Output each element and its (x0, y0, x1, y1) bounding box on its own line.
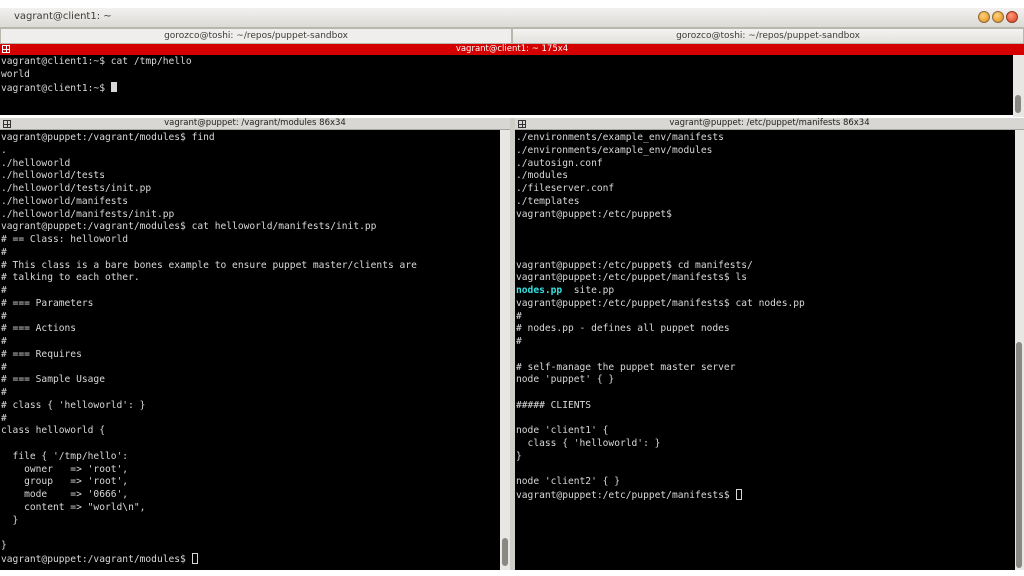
left-line: . (1, 144, 7, 156)
left-scrollbar[interactable] (500, 130, 510, 570)
left-prompt: vagrant@puppet:/vagrant/modules$ (1, 553, 192, 565)
top-scrollbar[interactable] (1013, 55, 1024, 117)
right-prompt: vagrant@puppet:/etc/puppet/manifests$ (516, 490, 736, 501)
close-button[interactable] (1006, 11, 1018, 23)
right-pane-header[interactable]: vagrant@puppet: /etc/puppet/manifests 86… (515, 118, 1024, 130)
left-line: file { '/tmp/hello': (1, 450, 129, 462)
left-line: # (1, 285, 7, 296)
left-line: # === Parameters (1, 297, 94, 309)
left-line: owner => 'root', (1, 463, 129, 475)
maximize-button[interactable] (992, 11, 1004, 23)
cursor-icon (191, 552, 198, 564)
left-line: ./helloworld (1, 157, 71, 169)
right-line: # self-manage the puppet master server (516, 361, 736, 373)
minimize-button[interactable] (978, 11, 990, 23)
top-line: vagrant@client1:~$ cat /tmp/hello (1, 56, 192, 67)
cursor-icon (735, 489, 742, 500)
right-line: # (516, 336, 522, 347)
right-line: # nodes.pp - defines all puppet nodes (516, 323, 730, 335)
right-line: vagrant@puppet:/etc/puppet/manifests$ ca… (516, 297, 805, 309)
left-line: # (1, 412, 7, 424)
top-terminal[interactable]: vagrant@client1:~$ cat /tmp/hello world … (0, 55, 1013, 115)
left-line: # class { 'helloworld': } (1, 399, 146, 411)
left-line: ./helloworld/tests/init.pp (1, 183, 152, 194)
right-line: ./environments/example_env/modules (516, 144, 713, 156)
right-terminal-output: ./environments/example_env/manifests ./e… (515, 130, 1015, 503)
left-line: # == Class: helloworld (1, 234, 129, 245)
right-line: node 'puppet' { } (516, 374, 615, 386)
left-line: content => "world\n", (1, 501, 146, 513)
tab-bar: gorozco@toshi: ~/repos/puppet-sandbox go… (0, 28, 1024, 44)
top-prompt: vagrant@client1:~$ (1, 82, 111, 94)
right-line: ##### CLIENTS (516, 399, 592, 411)
right-line: node 'client2' { } (516, 476, 620, 488)
left-pane-header[interactable]: vagrant@puppet: /vagrant/modules 86x34 (0, 118, 510, 130)
left-line: # (1, 361, 7, 373)
left-line: ./helloworld/manifests (1, 195, 129, 207)
top-terminal-output: vagrant@client1:~$ cat /tmp/hello world … (0, 55, 1013, 95)
left-line: vagrant@puppet:/vagrant/modules$ find (1, 132, 215, 143)
right-line: vagrant@puppet:/etc/puppet$ (516, 208, 672, 220)
top-pane-title: vagrant@client1: ~ 175x4 (455, 44, 569, 54)
right-line: # (516, 310, 522, 322)
left-terminal-output: vagrant@puppet:/vagrant/modules$ find . … (0, 130, 500, 567)
left-terminal[interactable]: vagrant@puppet:/vagrant/modules$ find . … (0, 130, 500, 570)
left-line: # (1, 336, 7, 347)
ls-entry-nodes-pp: nodes.pp (516, 285, 563, 296)
left-line: class helloworld { (1, 425, 105, 437)
cursor-icon (110, 81, 117, 92)
right-line: ./environments/example_env/manifests (516, 132, 724, 143)
window-title: vagrant@client1: ~ (14, 11, 112, 22)
tab-1[interactable]: gorozco@toshi: ~/repos/puppet-sandbox (0, 28, 512, 44)
right-line: vagrant@puppet:/etc/puppet/manifests$ ls (516, 272, 748, 284)
right-line: node 'client1' { (516, 425, 609, 437)
top-line: world (1, 68, 30, 80)
right-line: ./modules (516, 170, 568, 182)
right-line: ./autosign.conf (516, 157, 603, 169)
left-line: vagrant@puppet:/vagrant/modules$ cat hel… (1, 221, 377, 233)
left-line: ./helloworld/manifests/init.pp (1, 208, 175, 220)
window-titlebar: vagrant@client1: ~ (0, 8, 1024, 28)
left-line: # This class is a bare bones example to … (1, 259, 417, 271)
right-scrollbar-thumb[interactable] (1016, 342, 1022, 568)
tab-2[interactable]: gorozco@toshi: ~/repos/puppet-sandbox (512, 28, 1024, 44)
left-line: # (1, 310, 7, 322)
right-line: class { 'helloworld': } (516, 438, 661, 449)
right-scrollbar[interactable] (1015, 130, 1024, 570)
left-line: # === Sample Usage (1, 374, 105, 386)
left-line: ./helloworld/tests (1, 170, 105, 182)
window-controls (978, 11, 1018, 23)
left-line: # === Actions (1, 323, 77, 335)
top-pane-header[interactable]: vagrant@client1: ~ 175x4 (0, 44, 1024, 55)
right-line: ./templates (516, 195, 580, 207)
left-line: } (1, 514, 19, 526)
top-scrollbar-thumb[interactable] (1015, 95, 1021, 113)
left-line: # (1, 246, 7, 258)
left-line: mode => '0666', (1, 489, 129, 500)
right-pane-title: vagrant@puppet: /etc/puppet/manifests 86… (669, 118, 870, 128)
ls-entry-rest: site.pp (562, 285, 615, 296)
left-line: # talking to each other. (1, 272, 140, 284)
right-terminal[interactable]: ./environments/example_env/manifests ./e… (515, 130, 1015, 570)
left-line: group => 'root', (1, 476, 129, 488)
left-pane-title: vagrant@puppet: /vagrant/modules 86x34 (164, 118, 346, 128)
left-scrollbar-thumb[interactable] (502, 538, 508, 566)
right-line: vagrant@puppet:/etc/puppet$ cd manifests… (516, 259, 753, 271)
left-line: } (1, 540, 7, 551)
left-line: # (1, 387, 7, 398)
right-line: ./fileserver.conf (516, 183, 615, 194)
right-line: } (516, 450, 522, 462)
left-line: # === Requires (1, 348, 82, 360)
